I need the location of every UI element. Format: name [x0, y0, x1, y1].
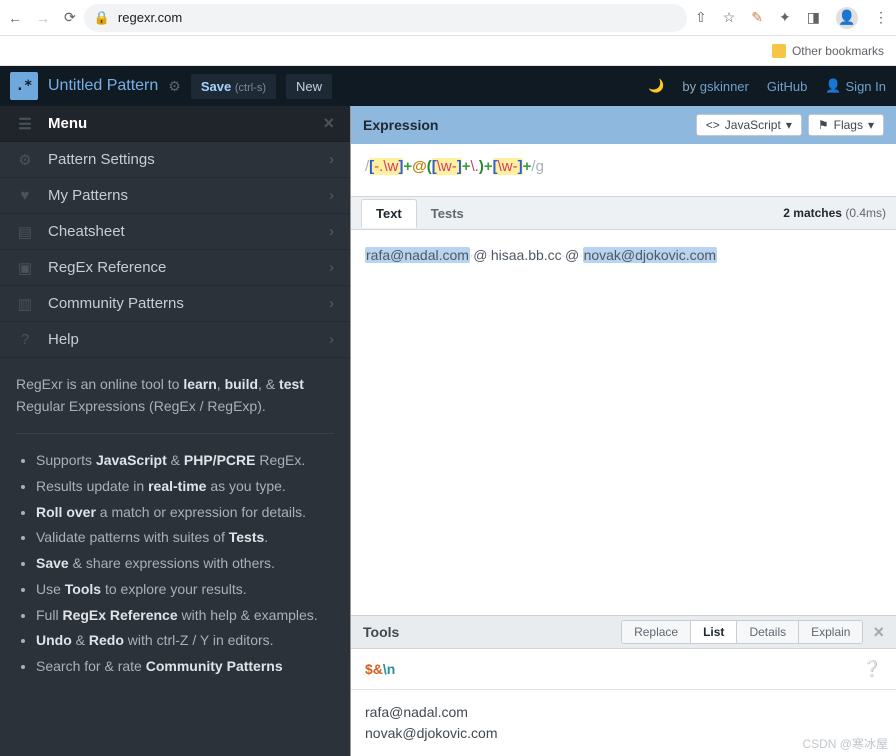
- extensions-icon[interactable]: ✦: [779, 9, 791, 26]
- theme-toggle-icon[interactable]: 🌙: [648, 78, 664, 94]
- share-icon[interactable]: ⇧: [695, 9, 707, 26]
- chevron-right-icon: ›: [329, 259, 334, 276]
- list-item: Save & share expressions with others.: [36, 553, 334, 575]
- forward-icon: →: [36, 10, 50, 26]
- tab-details[interactable]: Details: [737, 621, 799, 643]
- list-item: Validate patterns with suites of Tests.: [36, 527, 334, 549]
- match-highlight: rafa@nadal.com: [365, 247, 470, 263]
- code-icon: <>: [706, 118, 720, 132]
- list-item: Results update in real-time as you type.: [36, 476, 334, 498]
- list-item: Use Tools to explore your results.: [36, 579, 334, 601]
- list-item: Roll over a match or expression for deta…: [36, 502, 334, 524]
- app-logo[interactable]: .*: [10, 72, 38, 100]
- bookmarks-bar: Other bookmarks: [0, 36, 896, 66]
- reload-icon[interactable]: ⟳: [64, 9, 76, 26]
- bookmarks-folder-icon[interactable]: [772, 44, 786, 58]
- list-item: Undo & Redo with ctrl-Z / Y in editors.: [36, 630, 334, 652]
- expression-input[interactable]: /[-.\w]+@([\w-]+\.)+[\w-]+/g: [351, 144, 896, 196]
- panel-icon[interactable]: ◨: [807, 9, 820, 26]
- new-button[interactable]: New: [286, 74, 332, 99]
- match-count: 2 matches (0.4ms): [783, 206, 886, 220]
- heart-icon: ♥: [16, 187, 34, 204]
- flag-icon: ⚑: [818, 118, 829, 132]
- help-icon[interactable]: ❔: [862, 659, 882, 679]
- person-icon: 👤: [825, 78, 841, 94]
- bookmarks-label[interactable]: Other bookmarks: [792, 44, 884, 58]
- address-bar[interactable]: 🔒 regexr.com: [84, 4, 687, 32]
- save-button[interactable]: Save (ctrl-s): [191, 74, 276, 99]
- sidebar-content: RegExr is an online tool to learn, build…: [0, 358, 350, 698]
- chevron-right-icon: ›: [329, 331, 334, 348]
- match-highlight: novak@djokovic.com: [583, 247, 718, 263]
- close-icon[interactable]: ×: [873, 622, 884, 643]
- sidebar-item-help[interactable]: ?Help›: [0, 322, 350, 358]
- gear-icon: ⚙: [16, 151, 34, 169]
- list-item: Supports JavaScript & PHP/PCRE RegEx.: [36, 450, 334, 472]
- list-item: Search for & rate Community Patterns: [36, 656, 334, 678]
- tab-replace[interactable]: Replace: [622, 621, 691, 643]
- chevron-right-icon: ›: [329, 151, 334, 168]
- back-icon[interactable]: ←: [8, 10, 22, 26]
- list-expression-input[interactable]: $&\n ❔: [351, 649, 896, 690]
- people-icon: ▥: [16, 295, 34, 313]
- feature-list: Supports JavaScript & PHP/PCRE RegEx. Re…: [16, 450, 334, 677]
- tab-list[interactable]: List: [691, 621, 737, 643]
- list-icon: ☰: [16, 115, 34, 133]
- sidebar-item-menu[interactable]: ☰ Menu ×: [0, 106, 350, 142]
- watermark: CSDN @寒冰屋: [802, 735, 888, 752]
- flavor-dropdown[interactable]: <>JavaScript ▾: [696, 114, 802, 136]
- help-icon: ?: [16, 331, 34, 348]
- document-icon: ▤: [16, 223, 34, 241]
- caret-down-icon: ▾: [786, 118, 792, 132]
- expression-header: Expression <>JavaScript ▾ ⚑Flags ▾: [351, 106, 896, 144]
- url-text: regexr.com: [118, 10, 182, 25]
- sidebar-item-settings[interactable]: ⚙Pattern Settings›: [0, 142, 350, 178]
- flags-dropdown[interactable]: ⚑Flags ▾: [808, 114, 884, 136]
- sidebar-item-reference[interactable]: ▣RegEx Reference›: [0, 250, 350, 286]
- chevron-right-icon: ›: [329, 223, 334, 240]
- test-text-input[interactable]: rafa@nadal.com·@·hisaa.bb.cc·@·novak@djo…: [351, 230, 896, 615]
- byline: by gskinner: [682, 79, 749, 94]
- tab-tests[interactable]: Tests: [417, 200, 478, 227]
- gear-icon[interactable]: ⚙: [168, 78, 181, 95]
- sidebar-item-cheatsheet[interactable]: ▤Cheatsheet›: [0, 214, 350, 250]
- sidebar: ☰ Menu × ⚙Pattern Settings› ♥My Patterns…: [0, 106, 350, 756]
- github-link[interactable]: GitHub: [767, 79, 807, 94]
- list-item: Full RegEx Reference with help & example…: [36, 605, 334, 627]
- star-icon[interactable]: ☆: [723, 9, 736, 26]
- app-header: .* Untitled Pattern ⚙ Save (ctrl-s) New …: [0, 66, 896, 106]
- tools-header: Tools Replace List Details Explain ×: [351, 615, 896, 649]
- tab-explain[interactable]: Explain: [799, 621, 862, 643]
- chevron-right-icon: ›: [329, 295, 334, 312]
- chevron-right-icon: ›: [329, 187, 334, 204]
- tab-text[interactable]: Text: [361, 199, 417, 228]
- browser-toolbar: ← → ⟳ 🔒 regexr.com ⇧ ☆ ✎ ✦ ◨ 👤 ⋮: [0, 0, 896, 36]
- sidebar-item-community[interactable]: ▥Community Patterns›: [0, 286, 350, 322]
- text-tabs: Text Tests 2 matches (0.4ms): [351, 196, 896, 230]
- tools-tabs: Replace List Details Explain: [621, 620, 863, 644]
- lock-icon: 🔒: [94, 10, 110, 26]
- output-line: rafa@nadal.com: [365, 702, 882, 723]
- caret-down-icon: ▾: [868, 118, 874, 132]
- intro-text: RegExr is an online tool to learn, build…: [16, 374, 334, 417]
- profile-icon[interactable]: 👤: [836, 7, 858, 29]
- pattern-name[interactable]: Untitled Pattern: [48, 77, 158, 95]
- main-panel: Expression <>JavaScript ▾ ⚑Flags ▾ /[-.\…: [350, 106, 896, 756]
- author-link[interactable]: gskinner: [700, 79, 749, 94]
- menu-icon[interactable]: ⋮: [874, 9, 888, 26]
- signin-button[interactable]: 👤Sign In: [825, 78, 886, 94]
- book-icon: ▣: [16, 259, 34, 277]
- wand-icon[interactable]: ✎: [751, 9, 763, 26]
- close-icon[interactable]: ×: [323, 113, 334, 134]
- sidebar-item-mypatterns[interactable]: ♥My Patterns›: [0, 178, 350, 214]
